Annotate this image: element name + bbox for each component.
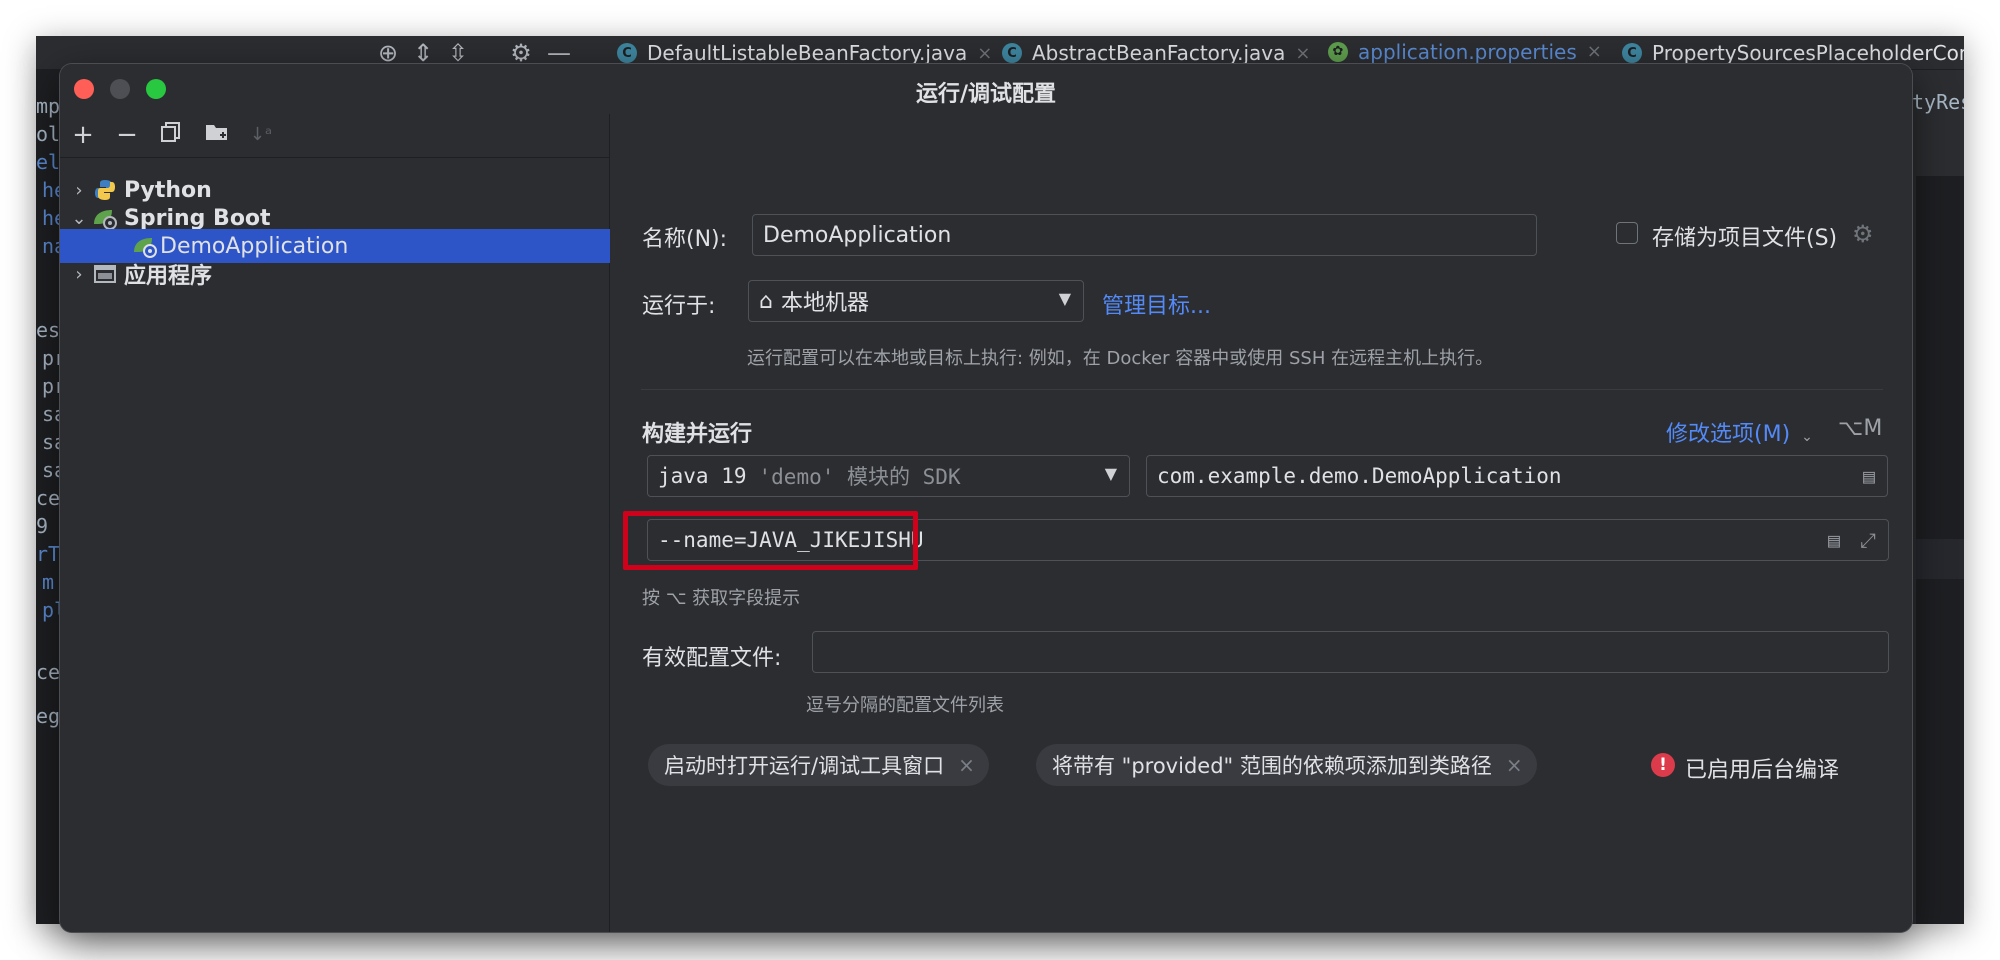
build-and-run-heading: 构建并运行	[642, 422, 753, 447]
close-icon[interactable]: ×	[1506, 753, 1523, 777]
field-hint-text: 按 ⌥ 获取字段提示	[642, 588, 801, 609]
modify-options-label: 修改选项(M)	[1666, 422, 1791, 447]
ide-tab-fragment: tyRes	[1912, 90, 1964, 114]
chevron-down-icon: ▼	[1058, 289, 1071, 308]
manage-targets-link[interactable]: 管理目标...	[1102, 288, 1211, 320]
spring-leaf-icon: ✿	[1328, 41, 1348, 62]
config-form: 名称(N): DemoApplication 存储为项目文件(S) ⚙ 运行于:…	[611, 114, 1912, 932]
tree-item-label: DemoApplication	[160, 233, 349, 259]
main-class-input[interactable]: com.example.demo.DemoApplication ▤	[1146, 455, 1888, 497]
name-input[interactable]: DemoApplication	[752, 214, 1537, 256]
close-icon[interactable]: ×	[958, 753, 975, 777]
add-icon[interactable]: +	[68, 120, 98, 150]
tab-label: application.properties	[1358, 39, 1577, 64]
close-icon[interactable]: ×	[1587, 41, 1602, 62]
jdk-version: java 19	[658, 464, 747, 488]
browse-icon[interactable]: ▤	[1863, 464, 1875, 488]
spring-boot-icon	[132, 233, 158, 259]
run-on-select[interactable]: ⌂ 本地机器 ▼	[748, 280, 1084, 322]
store-as-project-file-label: 存储为项目文件(S)	[1652, 226, 1838, 251]
minimize-icon[interactable]: —	[544, 40, 574, 66]
main-class-value: com.example.demo.DemoApplication	[1157, 464, 1562, 488]
sort-icon: ↓ᵃ	[249, 124, 273, 145]
chevron-down-icon: ▼	[1104, 464, 1117, 483]
copy-icon[interactable]	[156, 120, 186, 150]
option-chip-open-tool-window[interactable]: 启动时打开运行/调试工具窗口 ×	[648, 744, 989, 786]
config-tree-panel: + − ↓ᵃ › Python ⌄ Spring Boot DemoApplic…	[60, 114, 610, 932]
code-fragment: m	[42, 570, 55, 594]
modify-options-shortcut: ⌥M	[1838, 416, 1883, 441]
python-icon	[92, 177, 118, 203]
error-icon: !	[1651, 753, 1675, 777]
gear-icon[interactable]: ⚙	[1852, 220, 1874, 248]
new-folder-icon[interactable]	[202, 120, 232, 150]
gear-icon[interactable]: ⚙	[506, 40, 536, 66]
code-fragment: mp	[36, 94, 61, 118]
code-fragment: 9	[36, 514, 49, 538]
dialog-titlebar: 运行/调试配置	[60, 64, 1912, 114]
spring-boot-icon	[92, 205, 118, 231]
application-window-icon	[92, 261, 118, 287]
name-label: 名称(N):	[642, 227, 728, 252]
run-on-label: 运行于:	[642, 294, 716, 319]
target-icon[interactable]: ⊕	[373, 40, 403, 66]
tree-item-label: 应用程序	[124, 264, 213, 289]
jdk-select[interactable]: java 19 'demo' 模块的 SDK ▼	[647, 455, 1130, 497]
run-on-hint: 运行配置可以在本地或目标上执行: 例如，在 Docker 容器中或使用 SSH …	[747, 348, 1494, 369]
tab-label: AbstractBeanFactory.java	[1032, 41, 1286, 65]
run-on-value: 本地机器	[780, 291, 869, 316]
chevron-down-icon: ⌄	[1801, 429, 1813, 445]
class-icon: C	[1622, 43, 1642, 63]
chevron-right-icon[interactable]: ›	[66, 264, 92, 285]
chip-label: 启动时打开运行/调试工具窗口	[664, 754, 945, 778]
store-as-project-file-checkbox[interactable]	[1616, 222, 1638, 244]
close-icon[interactable]: ×	[977, 43, 992, 64]
home-icon: ⌂	[759, 288, 773, 314]
class-icon: C	[617, 43, 637, 63]
code-fragment: ce	[36, 660, 61, 684]
chevron-right-icon[interactable]: ›	[66, 180, 92, 201]
active-profiles-input[interactable]	[812, 631, 1889, 673]
jdk-module-hint: 'demo' 模块的 SDK	[758, 465, 961, 489]
insert-macro-icon[interactable]: ▤	[1828, 528, 1840, 552]
expand-all-icon[interactable]: ⇕	[408, 40, 438, 66]
background-compile-status: 已启用后台编译	[1685, 758, 1840, 783]
modify-options-link[interactable]: 修改选项(M) ⌄	[1666, 416, 1813, 448]
run-debug-config-dialog: 运行/调试配置 + − ↓ᵃ › Python ⌄ Spring Boot De…	[60, 64, 1912, 932]
collapse-all-icon[interactable]: ⇳	[443, 40, 473, 66]
tab-label: DefaultListableBeanFactory.java	[647, 41, 968, 65]
tree-toolbar: + − ↓ᵃ	[60, 114, 609, 158]
chevron-down-icon[interactable]: ⌄	[66, 208, 92, 229]
ide-line-highlight	[1916, 539, 1964, 579]
option-chip-add-provided-deps[interactable]: 将带有 "provided" 范围的依赖项添加到类路径 ×	[1036, 744, 1537, 786]
active-profiles-hint: 逗号分隔的配置文件列表	[806, 695, 1004, 716]
highlight-annotation-box	[623, 511, 918, 570]
tab-label: PropertySourcesPlaceholderConf	[1652, 41, 1964, 65]
close-icon[interactable]: ×	[1295, 43, 1310, 64]
tree-item-application[interactable]: › 应用程序	[60, 257, 610, 291]
class-icon: C	[1002, 43, 1022, 63]
separator	[641, 389, 1883, 390]
active-profiles-label: 有效配置文件:	[642, 646, 782, 671]
tree-item-label: Spring Boot	[124, 205, 271, 231]
tree-item-label: Python	[124, 177, 212, 203]
dialog-title: 运行/调试配置	[915, 82, 1057, 107]
expand-icon[interactable]: ⤢	[1860, 528, 1876, 552]
remove-icon[interactable]: −	[112, 120, 142, 150]
chip-label: 将带有 "provided" 范围的依赖项添加到类路径	[1052, 754, 1492, 778]
